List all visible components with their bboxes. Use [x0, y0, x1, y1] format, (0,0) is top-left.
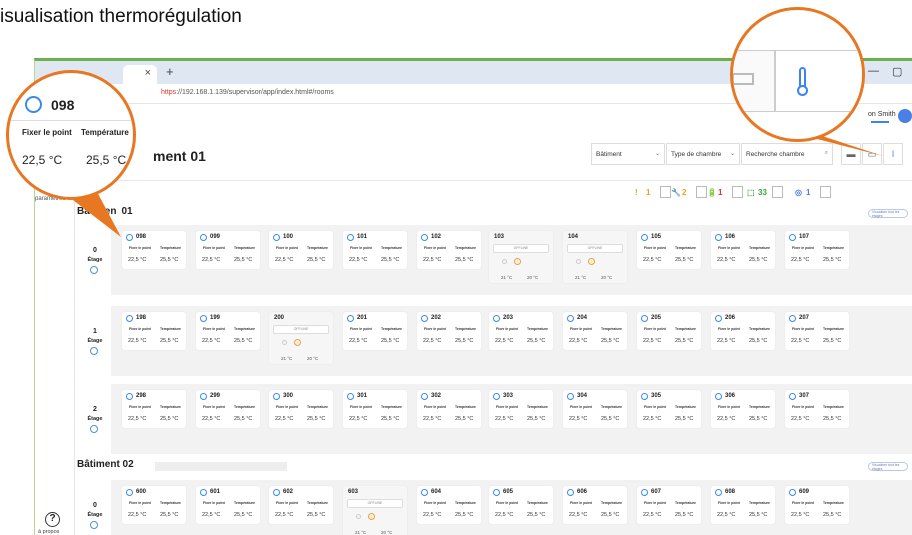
zoom-callout-toolbar — [730, 7, 865, 142]
zoom-thermo-view-button[interactable] — [775, 50, 862, 112]
list-icon — [733, 73, 754, 85]
zoom-room-number: 098 — [51, 97, 75, 113]
zoom-setpoint-value: 22,5 °C — [22, 153, 63, 167]
thermometer-bulb — [797, 85, 808, 96]
zoom-temp-value: 25,5 °C — [86, 153, 127, 167]
zoom-list-view-button[interactable] — [733, 50, 775, 112]
room-status-icon — [25, 96, 42, 113]
zoom-setpoint-label: Fixer le point — [22, 128, 72, 137]
zoom-room-header: 098 — [9, 73, 133, 121]
screenshot-root: { "heading": "isualisation thermorégulat… — [0, 0, 912, 535]
zoom-temp-label: Température — [81, 128, 129, 137]
zoom-callout-room: 098 Fixer le point Température 22,5 °C 2… — [6, 70, 136, 200]
